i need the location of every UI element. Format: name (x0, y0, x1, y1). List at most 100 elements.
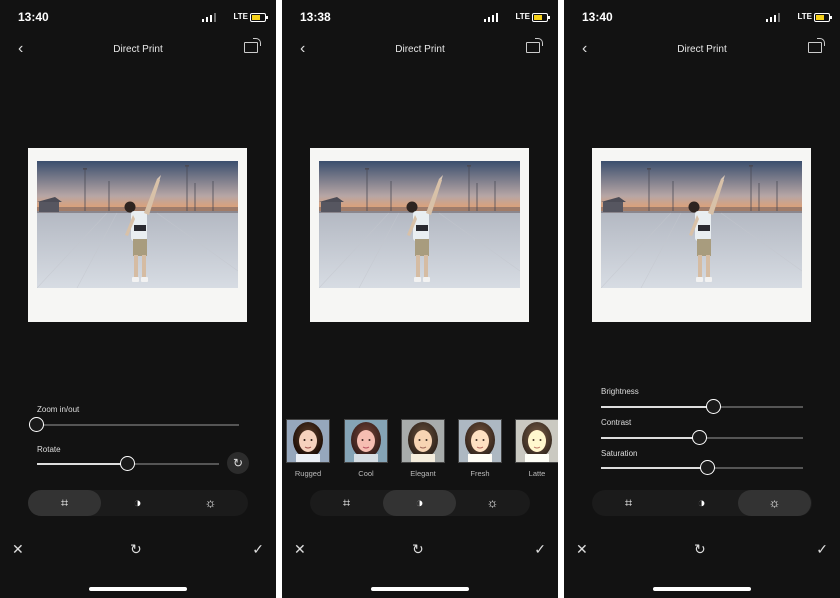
brightness-slider[interactable] (601, 399, 803, 414)
filter-elegant[interactable]: Elegant (401, 419, 445, 478)
edit-tabs: ⌗ ◑ ☼ (310, 490, 530, 516)
phone-screen-crop: 13:40 LTE ‹ Direct Print Zoom in/out Rot… (0, 0, 276, 598)
tab-filter[interactable]: ◑ (665, 490, 738, 516)
close-icon[interactable]: ✕ (576, 541, 588, 558)
tab-crop[interactable]: ⌗ (592, 490, 665, 516)
filter-thumbnail (458, 419, 502, 463)
zoom-slider[interactable] (29, 417, 239, 432)
tab-crop[interactable]: ⌗ (28, 490, 101, 516)
status-time: 13:38 (300, 10, 331, 24)
rotate-slider[interactable] (37, 456, 219, 471)
close-icon[interactable]: ✕ (294, 541, 306, 558)
tab-filter[interactable]: ◑ (101, 490, 174, 516)
rotate-button[interactable]: ↻ (227, 452, 249, 474)
tab-adjust[interactable]: ☼ (174, 490, 247, 516)
home-indicator (89, 587, 187, 591)
bottom-bar: ✕ ↻ ✓ (282, 541, 558, 561)
filter-strip: Rugged Cool Elegant Fresh Latte (282, 419, 558, 479)
network-label: LTE (515, 12, 530, 21)
signal-icon (766, 13, 780, 22)
status-bar: 13:38 LTE (282, 10, 558, 26)
filter-label: Cool (358, 469, 374, 478)
reset-icon[interactable]: ↻ (130, 541, 142, 558)
page-title: Direct Print (395, 44, 445, 55)
network-label: LTE (233, 12, 248, 21)
brightness-icon: ☼ (204, 495, 217, 510)
check-icon[interactable]: ✓ (252, 541, 264, 558)
phone-screen-filter: 13:38 LTE ‹ Direct Print Rugged Cool Ele… (282, 0, 558, 598)
contrast-icon: ◑ (415, 495, 424, 510)
filter-label: Fresh (470, 469, 490, 478)
filter-latte[interactable]: Latte (515, 419, 558, 478)
saturation-slider[interactable] (601, 460, 803, 475)
rotate-icon: ↻ (232, 456, 244, 470)
reset-icon[interactable]: ↻ (412, 541, 424, 558)
nav-bar: ‹ Direct Print (0, 38, 276, 60)
nav-bar: ‹ Direct Print (282, 38, 558, 60)
rotate-slider-handle[interactable] (120, 456, 135, 471)
tab-adjust[interactable]: ☼ (456, 490, 529, 516)
photo (601, 161, 802, 288)
filter-thumbnail (401, 419, 445, 463)
saturation-label: Saturation (601, 449, 638, 458)
filter-rugged[interactable]: Rugged (286, 419, 330, 478)
tab-filter[interactable]: ◑ (383, 490, 456, 516)
reset-icon[interactable]: ↻ (694, 541, 706, 558)
status-bar: 13:40 LTE (0, 10, 276, 26)
check-icon[interactable]: ✓ (534, 541, 546, 558)
signal-icon (202, 13, 216, 22)
brightness-icon: ☼ (768, 495, 781, 510)
network-label: LTE (797, 12, 812, 21)
status-time: 13:40 (18, 10, 49, 24)
filter-label: Elegant (410, 469, 436, 478)
edit-tabs: ⌗ ◑ ☼ (592, 490, 812, 516)
saturation-slider-handle[interactable] (700, 460, 716, 475)
phone-screen-adjust: 13:40 LTE ‹ Direct Print Brightness Cont… (564, 0, 840, 598)
print-preview (28, 148, 247, 322)
filter-label: Rugged (294, 469, 322, 478)
status-time: 13:40 (582, 10, 613, 24)
filter-thumbnail (515, 419, 558, 463)
contrast-icon: ◑ (133, 495, 142, 510)
brightness-label: Brightness (601, 387, 639, 396)
tab-crop[interactable]: ⌗ (310, 490, 383, 516)
print-preview (310, 148, 529, 322)
crop-icon: ⌗ (624, 495, 633, 510)
print-preview (592, 148, 811, 322)
rotate-label: Rotate (37, 445, 61, 454)
crop-icon: ⌗ (60, 495, 69, 510)
filter-cool[interactable]: Cool (344, 419, 388, 478)
contrast-slider[interactable] (601, 430, 803, 445)
battery-icon (250, 13, 268, 22)
rotate-print-icon[interactable] (526, 38, 543, 53)
brightness-icon: ☼ (486, 495, 499, 510)
tab-adjust[interactable]: ☼ (738, 490, 811, 516)
home-indicator (371, 587, 469, 591)
check-icon[interactable]: ✓ (816, 541, 828, 558)
zoom-slider-handle[interactable] (29, 417, 44, 432)
signal-icon (484, 13, 498, 22)
bottom-bar: ✕ ↻ ✓ (564, 541, 840, 561)
filter-thumbnail (344, 419, 388, 463)
page-title: Direct Print (113, 44, 163, 55)
photo (37, 161, 238, 288)
photo (319, 161, 520, 288)
crop-icon: ⌗ (342, 495, 351, 510)
rotate-print-icon[interactable] (808, 38, 825, 53)
filter-fresh[interactable]: Fresh (458, 419, 502, 478)
page-title: Direct Print (677, 44, 727, 55)
rotate-print-icon[interactable] (244, 38, 261, 53)
battery-icon (532, 13, 550, 22)
brightness-slider-handle[interactable] (706, 399, 722, 414)
contrast-slider-handle[interactable] (691, 430, 707, 445)
contrast-label: Contrast (601, 418, 632, 427)
status-bar: 13:40 LTE (564, 10, 840, 26)
filter-thumbnail (286, 419, 330, 463)
zoom-label: Zoom in/out (37, 405, 80, 414)
home-indicator (653, 587, 751, 591)
close-icon[interactable]: ✕ (12, 541, 24, 558)
edit-tabs: ⌗ ◑ ☼ (28, 490, 248, 516)
contrast-icon: ◑ (697, 495, 706, 510)
bottom-bar: ✕ ↻ ✓ (0, 541, 276, 561)
battery-icon (814, 13, 832, 22)
